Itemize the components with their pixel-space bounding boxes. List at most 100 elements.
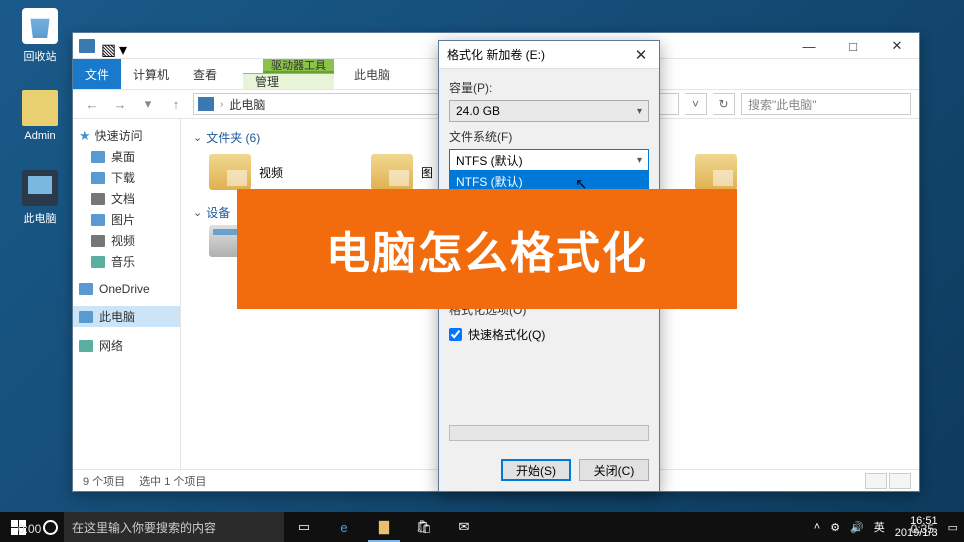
action-center-button[interactable]: ▭	[948, 521, 958, 534]
close-button[interactable]: 关闭(C)	[579, 459, 649, 481]
sidebar-this-pc[interactable]: 此电脑	[73, 306, 180, 327]
status-item-count: 9 个项目	[83, 473, 125, 489]
sidebar-item-music[interactable]: 音乐	[73, 251, 180, 272]
view-icons-button[interactable]	[889, 473, 911, 489]
dialog-title: 格式化 新加卷 (E:)	[447, 46, 545, 63]
qat-dropdown-icon[interactable]: ▾	[119, 40, 131, 52]
folder-icon	[695, 154, 737, 190]
document-icon	[91, 193, 105, 205]
music-icon	[91, 256, 105, 268]
taskbar-search-placeholder: 在这里输入你要搜索的内容	[72, 519, 216, 536]
folder-icon	[209, 154, 251, 190]
desktop-icon-recycle-bin[interactable]: 回收站	[10, 8, 70, 64]
tab-context-group: 驱动器工具	[263, 59, 334, 73]
view-details-button[interactable]	[865, 473, 887, 489]
taskbar-mail[interactable]: ✉	[444, 512, 484, 542]
desktop-icon-this-pc[interactable]: 此电脑	[10, 170, 70, 226]
minimize-button[interactable]: —	[787, 33, 831, 59]
taskbar-edge[interactable]: e	[324, 512, 364, 542]
desktop-icon-admin[interactable]: Admin	[10, 90, 70, 142]
maximize-button[interactable]: □	[831, 33, 875, 59]
cortana-icon	[43, 520, 58, 535]
overlay-banner: 电脑怎么格式化	[237, 189, 737, 309]
refresh-button[interactable]: ↻	[713, 93, 735, 115]
sidebar: ★快速访问 桌面 下载 文档 图片 视频 音乐 OneDrive 此电脑 网络	[73, 119, 181, 469]
taskbar-store[interactable]: 🛍	[404, 512, 444, 542]
edge-icon: e	[340, 520, 347, 535]
store-icon: 🛍	[416, 519, 433, 535]
breadcrumb[interactable]: 此电脑	[229, 96, 265, 113]
folder-item[interactable]	[695, 154, 845, 190]
sidebar-onedrive[interactable]: OneDrive	[73, 280, 180, 298]
quick-format-label: 快速格式化(Q)	[468, 326, 545, 343]
close-button[interactable]: ✕	[875, 33, 919, 59]
sidebar-item-desktop[interactable]: 桌面	[73, 146, 180, 167]
taskview-icon: ▭	[298, 519, 310, 535]
tab-computer[interactable]: 计算机	[121, 59, 181, 89]
desktop-icon-label: Admin	[10, 130, 70, 142]
video-timestamp-left: 0:00	[18, 522, 41, 536]
computer-icon	[79, 311, 93, 323]
window-icon	[79, 39, 95, 53]
task-view-button[interactable]: ▭	[284, 512, 324, 542]
cloud-icon	[79, 283, 93, 295]
capacity-value: 24.0 GB	[456, 104, 500, 118]
sidebar-item-videos[interactable]: 视频	[73, 230, 180, 251]
desktop-icon-label: 回收站	[10, 48, 70, 64]
search-input[interactable]: 搜索"此电脑"	[741, 93, 911, 115]
sidebar-item-downloads[interactable]: 下载	[73, 167, 180, 188]
download-icon	[91, 172, 105, 184]
taskbar-explorer[interactable]: ▇	[364, 512, 404, 542]
filesystem-select[interactable]: NTFS (默认) ▾ NTFS (默认) FAT32	[449, 149, 649, 171]
folder-label: 视频	[259, 164, 283, 181]
quick-format-input[interactable]	[449, 328, 462, 341]
picture-icon	[91, 214, 105, 226]
chevron-down-icon: ▾	[637, 106, 642, 117]
system-tray: ˄ ⚙ 🔊 英 16:51 2019/1/3 ▭	[808, 515, 964, 539]
filesystem-selected: NTFS (默认)	[456, 152, 523, 169]
tab-file[interactable]: 文件	[73, 59, 121, 89]
format-progress-bar	[449, 425, 649, 441]
desktop-icon-label: 此电脑	[10, 210, 70, 226]
folder-icon	[22, 90, 58, 126]
sidebar-item-documents[interactable]: 文档	[73, 188, 180, 209]
tab-manage[interactable]: 管理	[243, 73, 334, 89]
computer-icon	[22, 170, 58, 206]
quick-format-checkbox[interactable]: 快速格式化(Q)	[449, 322, 649, 347]
nav-up-button[interactable]: ↑	[165, 93, 187, 115]
mail-icon: ✉	[459, 519, 470, 535]
tab-view[interactable]: 查看	[181, 59, 229, 89]
chevron-down-icon: ▾	[637, 155, 642, 166]
tray-volume-icon[interactable]: 🔊	[850, 521, 864, 534]
status-selected-count: 选中 1 个项目	[139, 473, 206, 489]
dialog-close-button[interactable]: ✕	[631, 45, 651, 65]
sidebar-quick-access[interactable]: ★快速访问	[73, 125, 180, 146]
tray-up-icon[interactable]: ˄	[814, 521, 820, 533]
dialog-titlebar[interactable]: 格式化 新加卷 (E:) ✕	[439, 41, 659, 69]
folder-videos[interactable]: 视频	[209, 154, 359, 190]
sidebar-network[interactable]: 网络	[73, 335, 180, 356]
filesystem-label: 文件系统(F)	[449, 128, 649, 145]
capacity-select[interactable]: 24.0 GB ▾	[449, 100, 649, 122]
star-icon: ★	[79, 128, 91, 144]
video-icon	[91, 235, 105, 247]
sidebar-item-pictures[interactable]: 图片	[73, 209, 180, 230]
qat-save-icon[interactable]: ▧	[101, 40, 113, 52]
taskbar-search-input[interactable]: 在这里输入你要搜索的内容	[64, 512, 284, 542]
folder-icon: ▇	[379, 519, 389, 535]
nav-forward-button[interactable]: →	[109, 93, 131, 115]
video-timestamp-right: 0:35	[911, 522, 934, 536]
computer-icon	[198, 97, 214, 111]
tray-ime[interactable]: 英	[874, 519, 885, 535]
tray-network-icon[interactable]: ⚙	[830, 521, 840, 534]
folder-label: 图	[421, 164, 433, 181]
recycle-bin-icon	[22, 8, 58, 44]
capacity-label: 容量(P):	[449, 79, 649, 96]
taskbar: 在这里输入你要搜索的内容 ▭ e ▇ 🛍 ✉ ˄ ⚙ 🔊 英 16:51 201…	[0, 512, 964, 542]
nav-history-button[interactable]: ▾	[137, 93, 159, 115]
nav-back-button[interactable]: ←	[81, 93, 103, 115]
address-dropdown-button[interactable]: ˅	[685, 93, 707, 115]
start-button[interactable]: 开始(S)	[501, 459, 571, 481]
chevron-right-icon: ›	[220, 99, 223, 110]
folder-icon	[371, 154, 413, 190]
